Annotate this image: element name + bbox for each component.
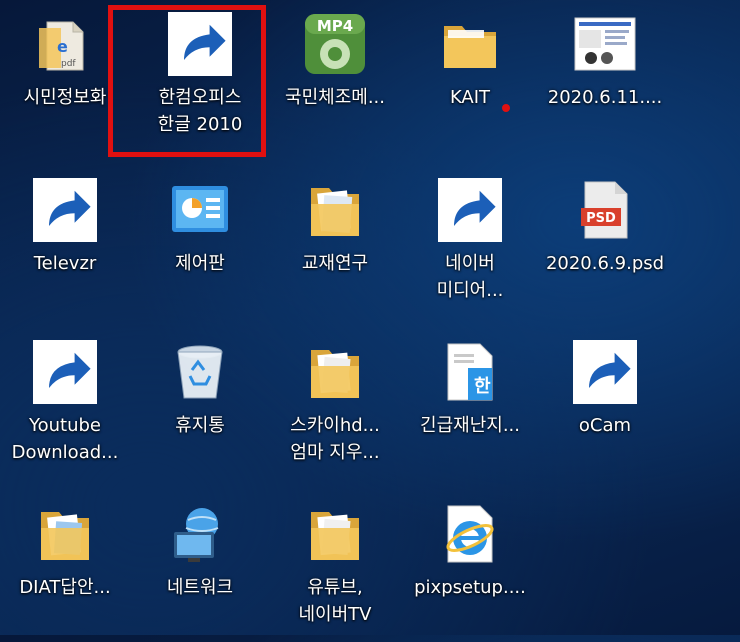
hwp-2010-icon: 한	[168, 12, 232, 76]
folder-icon	[303, 502, 367, 566]
desktop-icon-hwp-document[interactable]: 한 긴급재난지...	[405, 330, 535, 480]
icon-label: 스카이hd... 엄마 지우...	[290, 415, 380, 463]
icon-label: oCam	[578, 415, 632, 436]
desktop-icon-recycle-bin[interactable]: 휴지통	[135, 330, 265, 480]
icon-label: 국민체조메...	[285, 87, 385, 108]
icon-label: pixpsetup....	[414, 577, 526, 598]
ocam-icon	[573, 340, 637, 404]
desktop-icon-network[interactable]: 네트워크	[135, 492, 265, 642]
folder-icon	[303, 178, 367, 242]
shortcut-arrow-icon	[33, 178, 97, 242]
desktop-icon-folder-diat[interactable]: DIAT답안...	[0, 492, 130, 642]
svg-text:한: 한	[474, 376, 491, 397]
desktop-icon-screenshot[interactable]: 2020.6.11....	[540, 2, 670, 152]
control-panel-icon	[168, 178, 232, 242]
icon-label: DIAT답안...	[19, 577, 111, 598]
icon-label: 제어판	[175, 253, 225, 274]
psd-file-icon: PSD	[573, 178, 637, 242]
shortcut-arrow-icon	[573, 340, 637, 404]
icon-label: 유튜브, 네이버TV	[298, 577, 372, 625]
icon-label: 2020.6.11....	[547, 87, 663, 108]
folder-icon	[438, 12, 502, 76]
internet-explorer-icon	[438, 502, 502, 566]
folder-icon	[33, 502, 97, 566]
youtube-downloader-icon	[33, 340, 97, 404]
network-icon	[168, 502, 232, 566]
icon-label: 네트워크	[166, 577, 234, 598]
icon-label: Youtube Download...	[11, 415, 119, 463]
folder-icon	[303, 340, 367, 404]
desktop-icon-ocam[interactable]: oCam	[540, 330, 670, 480]
icon-label: 교재연구	[301, 253, 369, 274]
televzr-icon	[33, 178, 97, 242]
svg-text:e: e	[57, 37, 68, 56]
icon-label: Televzr	[33, 253, 97, 274]
pdf-file-icon: e pdf	[33, 12, 97, 76]
svg-text:pdf: pdf	[61, 59, 76, 69]
shortcut-arrow-icon	[438, 178, 502, 242]
desktop-icon-folder-youtube[interactable]: 유튜브, 네이버TV	[270, 492, 400, 642]
naver-media-player-icon	[438, 178, 502, 242]
desktop-icon-kait[interactable]: KAIT	[405, 2, 535, 152]
shortcut-arrow-icon	[168, 12, 232, 76]
hwp-document-icon: 한	[438, 340, 502, 404]
red-dot-marker	[502, 104, 510, 112]
icon-label: 긴급재난지...	[420, 415, 520, 436]
desktop: e pdf 시민정보화 한 한컴오피스한글 2010	[0, 0, 740, 635]
screenshot-thumbnail-icon	[573, 12, 637, 76]
desktop-icon-folder-skyhd[interactable]: 스카이hd... 엄마 지우...	[270, 330, 400, 480]
desktop-icon-pixpsetup[interactable]: pixpsetup....	[405, 492, 535, 642]
recycle-bin-icon	[168, 340, 232, 404]
shortcut-arrow-icon	[33, 340, 97, 404]
desktop-icon-mp4[interactable]: MP4 국민체조메...	[270, 2, 400, 152]
desktop-icon-control-panel[interactable]: 제어판	[135, 168, 265, 318]
mp4-player-icon: MP4	[303, 12, 367, 76]
desktop-icon-naver-media[interactable]: 네이버 미디어...	[405, 168, 535, 318]
icon-label: 휴지통	[175, 415, 225, 436]
desktop-icon-youtube-downloader[interactable]: Youtube Download...	[0, 330, 130, 480]
icon-label: 한컴오피스 한글 2010	[157, 87, 243, 135]
icon-label: 2020.6.9.psd	[545, 253, 665, 274]
icon-label: 시민정보화	[23, 87, 107, 108]
svg-text:PSD: PSD	[586, 211, 616, 226]
desktop-icon-psd[interactable]: PSD 2020.6.9.psd	[540, 168, 670, 318]
desktop-icon-hwp-2010[interactable]: 한 한컴오피스한글 2010	[135, 2, 265, 152]
icon-label: 네이버 미디어...	[436, 253, 504, 301]
desktop-icon-folder-research[interactable]: 교재연구	[270, 168, 400, 318]
svg-text:MP4: MP4	[317, 17, 353, 35]
icon-label: KAIT	[449, 87, 491, 108]
desktop-icon-pdf-file[interactable]: e pdf 시민정보화	[0, 2, 130, 152]
desktop-icon-televzr[interactable]: Televzr	[0, 168, 130, 318]
